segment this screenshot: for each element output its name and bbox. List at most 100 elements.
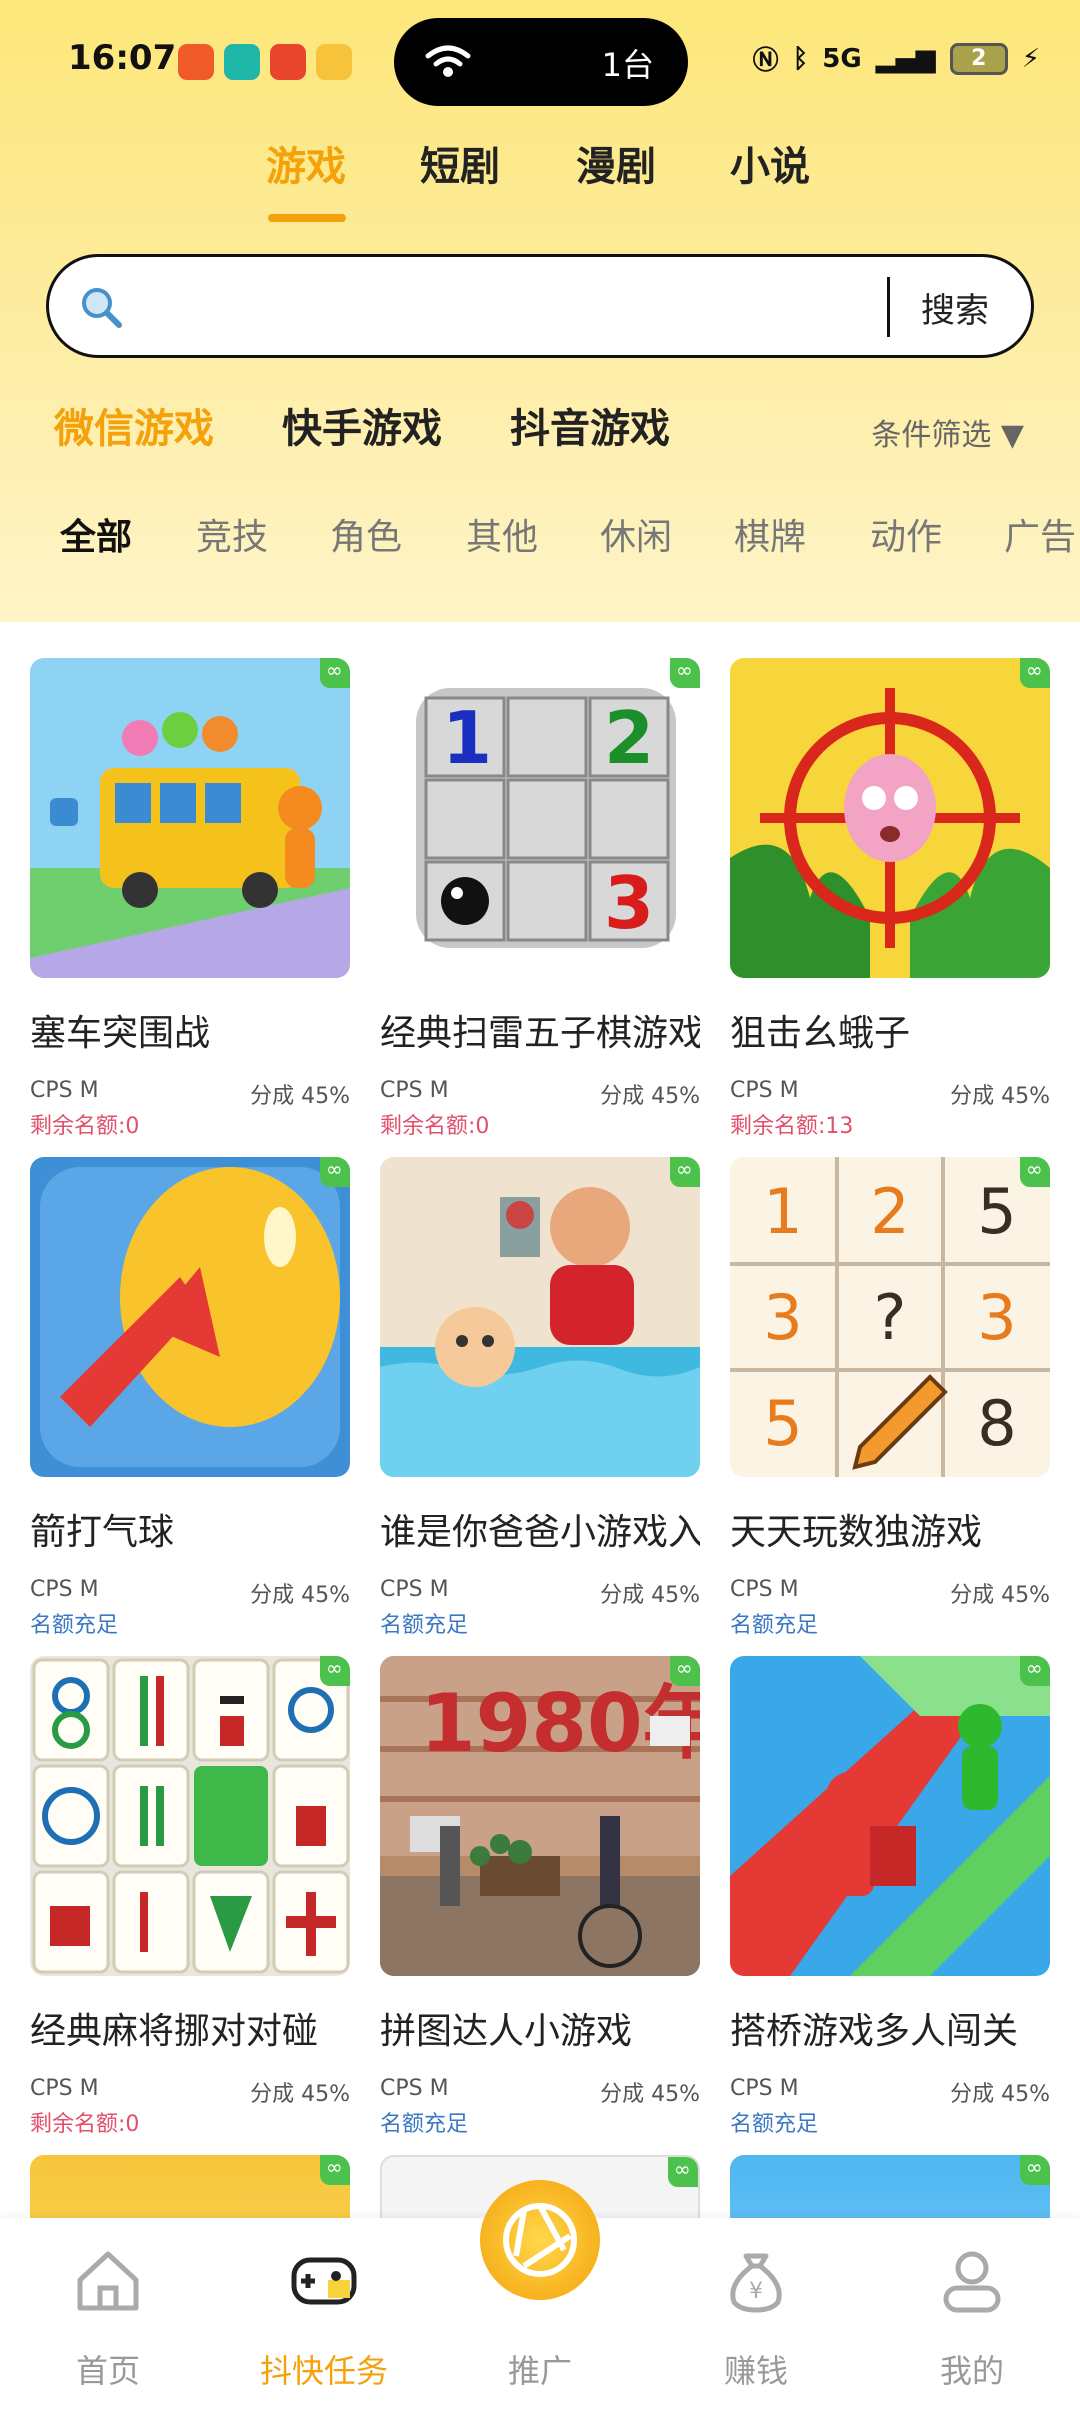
- tab-games[interactable]: 游戏: [266, 134, 346, 192]
- status-bar: 16:07 1台 Ⓝ ᛒ 5G ▂▄▆ 2 ⚡: [0, 0, 1080, 120]
- mini-program-badge: [670, 1157, 700, 1187]
- sudoku-digit: 8: [977, 1387, 1016, 1460]
- game-quota: 名额充足: [380, 2112, 469, 2137]
- tab-kuaishou-games[interactable]: 快手游戏: [282, 396, 442, 454]
- mini-program-badge: [670, 658, 700, 688]
- category-board[interactable]: 棋牌: [734, 508, 806, 560]
- game-thumbnail: [30, 1157, 350, 1477]
- tab-douyin-games[interactable]: 抖音游戏: [510, 396, 670, 454]
- bridge-game-image: [730, 1656, 1050, 1976]
- nav-home-label: 首页: [75, 2352, 140, 2390]
- sudoku-digit: 3: [977, 1281, 1016, 1354]
- mine-digit: 3: [604, 861, 654, 945]
- mini-program-badge: [1020, 658, 1050, 688]
- moth-sniper-game-image: [730, 658, 1050, 978]
- game-revenue-share: 分成 45%: [600, 2082, 700, 2107]
- game-cps: CPS M: [380, 2076, 449, 2101]
- game-card[interactable]: 狙击幺蛾子 CPS M 分成 45% 剩余名额:13: [730, 658, 1050, 1139]
- game-cps: CPS M: [30, 1078, 99, 1103]
- game-card[interactable]: [730, 2155, 1050, 2218]
- game-title: 经典麻将挪对对碰: [30, 2011, 319, 2052]
- game-revenue-share: 分成 45%: [250, 2082, 350, 2107]
- app-notification-icon: [270, 44, 306, 80]
- game-quota: 名额充足: [730, 1613, 819, 1638]
- game-revenue-share: 分成 45%: [600, 1084, 700, 1109]
- game-card[interactable]: 搭桥游戏多人闯关 CPS M 分成 45% 名额充足: [730, 1656, 1050, 2137]
- tab-wechat-games[interactable]: 微信游戏: [54, 396, 214, 454]
- battery-icon: 2: [949, 42, 1008, 75]
- game-title: 搭桥游戏多人闯关: [730, 2011, 1019, 2052]
- mini-program-badge: [668, 2157, 698, 2187]
- game-cps: CPS M: [730, 1078, 799, 1103]
- mini-program-badge: [320, 658, 350, 688]
- game-quota: 剩余名额:0: [30, 2112, 140, 2137]
- gamepad-icon: [291, 2257, 357, 2305]
- category-casual[interactable]: 休闲: [600, 508, 672, 560]
- tab-comic-drama[interactable]: 漫剧: [576, 134, 656, 192]
- game-cps: CPS M: [730, 1577, 799, 1602]
- game-card[interactable]: 箭打气球 CPS M 分成 45% 名额充足: [30, 1157, 350, 1638]
- bus-game-image: [30, 658, 350, 978]
- nav-profile-label: 我的: [939, 2352, 1004, 2390]
- search-button[interactable]: 搜索: [921, 283, 989, 332]
- profile-icon: [943, 2251, 1001, 2313]
- game-card[interactable]: [30, 2155, 350, 2218]
- game-title: 拼图达人小游戏: [380, 2011, 633, 2052]
- filter-button[interactable]: 条件筛选 ▼: [871, 410, 1024, 454]
- balloon-game-image: [30, 1157, 350, 1477]
- mahjong-game-image: [30, 1656, 350, 1976]
- game-card[interactable]: 1980年 拼图达人小游戏 CPS M 分成 45% 名额充足: [380, 1656, 700, 2137]
- game-title: 塞车突围战: [30, 1013, 211, 1054]
- notification-icons: [178, 44, 352, 80]
- sudoku-digit: 2: [870, 1175, 909, 1248]
- game-thumbnail: [30, 1656, 350, 1976]
- game-cps: CPS M: [380, 1577, 449, 1602]
- search-input[interactable]: [139, 277, 919, 337]
- nav-earn[interactable]: ¥ 赚钱: [648, 2218, 864, 2412]
- category-role[interactable]: 角色: [330, 508, 402, 560]
- aperture-icon: [503, 2203, 577, 2277]
- promote-button[interactable]: [480, 2180, 600, 2300]
- nav-profile[interactable]: 我的: [864, 2218, 1080, 2412]
- game-cps: CPS M: [30, 2076, 99, 2101]
- game-cps: CPS M: [380, 1078, 449, 1103]
- nav-tasks-label: 抖快任务: [259, 2352, 388, 2390]
- game-quota: 名额充足: [730, 2112, 819, 2137]
- nav-promote-label: 推广: [507, 2352, 572, 2390]
- tab-short-drama[interactable]: 短剧: [420, 134, 500, 192]
- game-title: 谁是你爸爸小游戏入口: [380, 1512, 700, 1553]
- dynamic-island[interactable]: 1台: [394, 18, 688, 106]
- mini-program-badge: [1020, 1157, 1050, 1187]
- mini-program-badge: [320, 2155, 350, 2185]
- app-notification-icon: [316, 44, 352, 80]
- game-card[interactable]: 谁是你爸爸小游戏入口 CPS M 分成 45% 名额充足: [380, 1157, 700, 1638]
- puzzle-game-image: 1980年: [380, 1656, 700, 1976]
- bluetooth-icon: ᛒ: [792, 43, 809, 74]
- content-type-tabs: 游戏 短剧 漫剧 小说: [0, 134, 1080, 224]
- category-all[interactable]: 全部: [60, 508, 132, 560]
- active-tab-indicator: [268, 214, 346, 222]
- category-action[interactable]: 动作: [870, 508, 942, 560]
- category-scroll-clip: 广告: [1004, 508, 1080, 558]
- search-bar[interactable]: 搜索: [46, 254, 1034, 358]
- game-card[interactable]: 塞车突围战 CPS M 分成 45% 剩余名额:0: [30, 658, 350, 1139]
- game-thumbnail: 1 2 3: [380, 658, 700, 978]
- game-thumbnail: [730, 658, 1050, 978]
- mini-program-badge: [1020, 1656, 1050, 1686]
- category-competitive[interactable]: 竞技: [196, 508, 268, 560]
- game-revenue-share: 分成 45%: [950, 1583, 1050, 1608]
- svg-text:¥: ¥: [749, 2279, 763, 2304]
- game-cps: CPS M: [30, 1577, 99, 1602]
- search-icon: [82, 288, 122, 328]
- category-ads[interactable]: 广告: [1004, 508, 1076, 558]
- nav-home[interactable]: 首页: [0, 2218, 216, 2412]
- game-card[interactable]: 经典麻将挪对对碰 CPS M 分成 45% 剩余名额:0: [30, 1656, 350, 2137]
- game-card[interactable]: 1 2 5 3 ? 3 5 8 天天玩数独游戏 CPS M 分成 45% 名额充…: [730, 1157, 1050, 1638]
- category-other[interactable]: 其他: [466, 508, 538, 560]
- home-icon: [77, 2251, 139, 2311]
- game-revenue-share: 分成 45%: [950, 1084, 1050, 1109]
- nav-tasks[interactable]: 抖快任务: [216, 2218, 432, 2412]
- tab-novel[interactable]: 小说: [730, 134, 810, 192]
- game-card[interactable]: 1 2 3 经典扫雷五子棋游戏 CPS M 分成 45% 剩余名额:0: [380, 658, 700, 1139]
- hotspot-icon: [425, 45, 471, 77]
